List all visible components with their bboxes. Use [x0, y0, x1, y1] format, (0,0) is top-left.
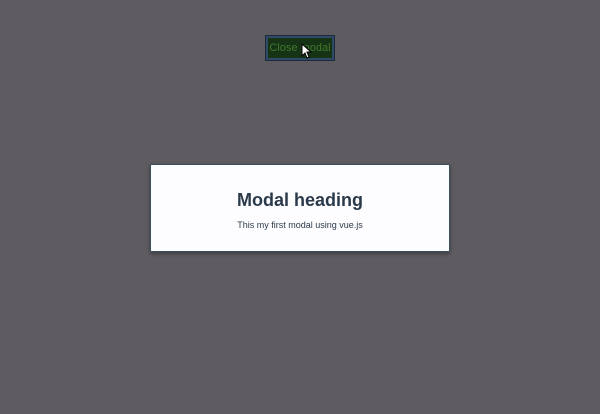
modal-heading: Modal heading — [237, 190, 363, 210]
modal-body-text: This my first modal using vue.js — [237, 220, 363, 230]
close-modal-button[interactable]: Close modal — [266, 36, 334, 60]
page-backdrop: Close modal Modal heading This my first … — [0, 0, 600, 414]
modal-dialog: Modal heading This my first modal using … — [150, 164, 450, 252]
